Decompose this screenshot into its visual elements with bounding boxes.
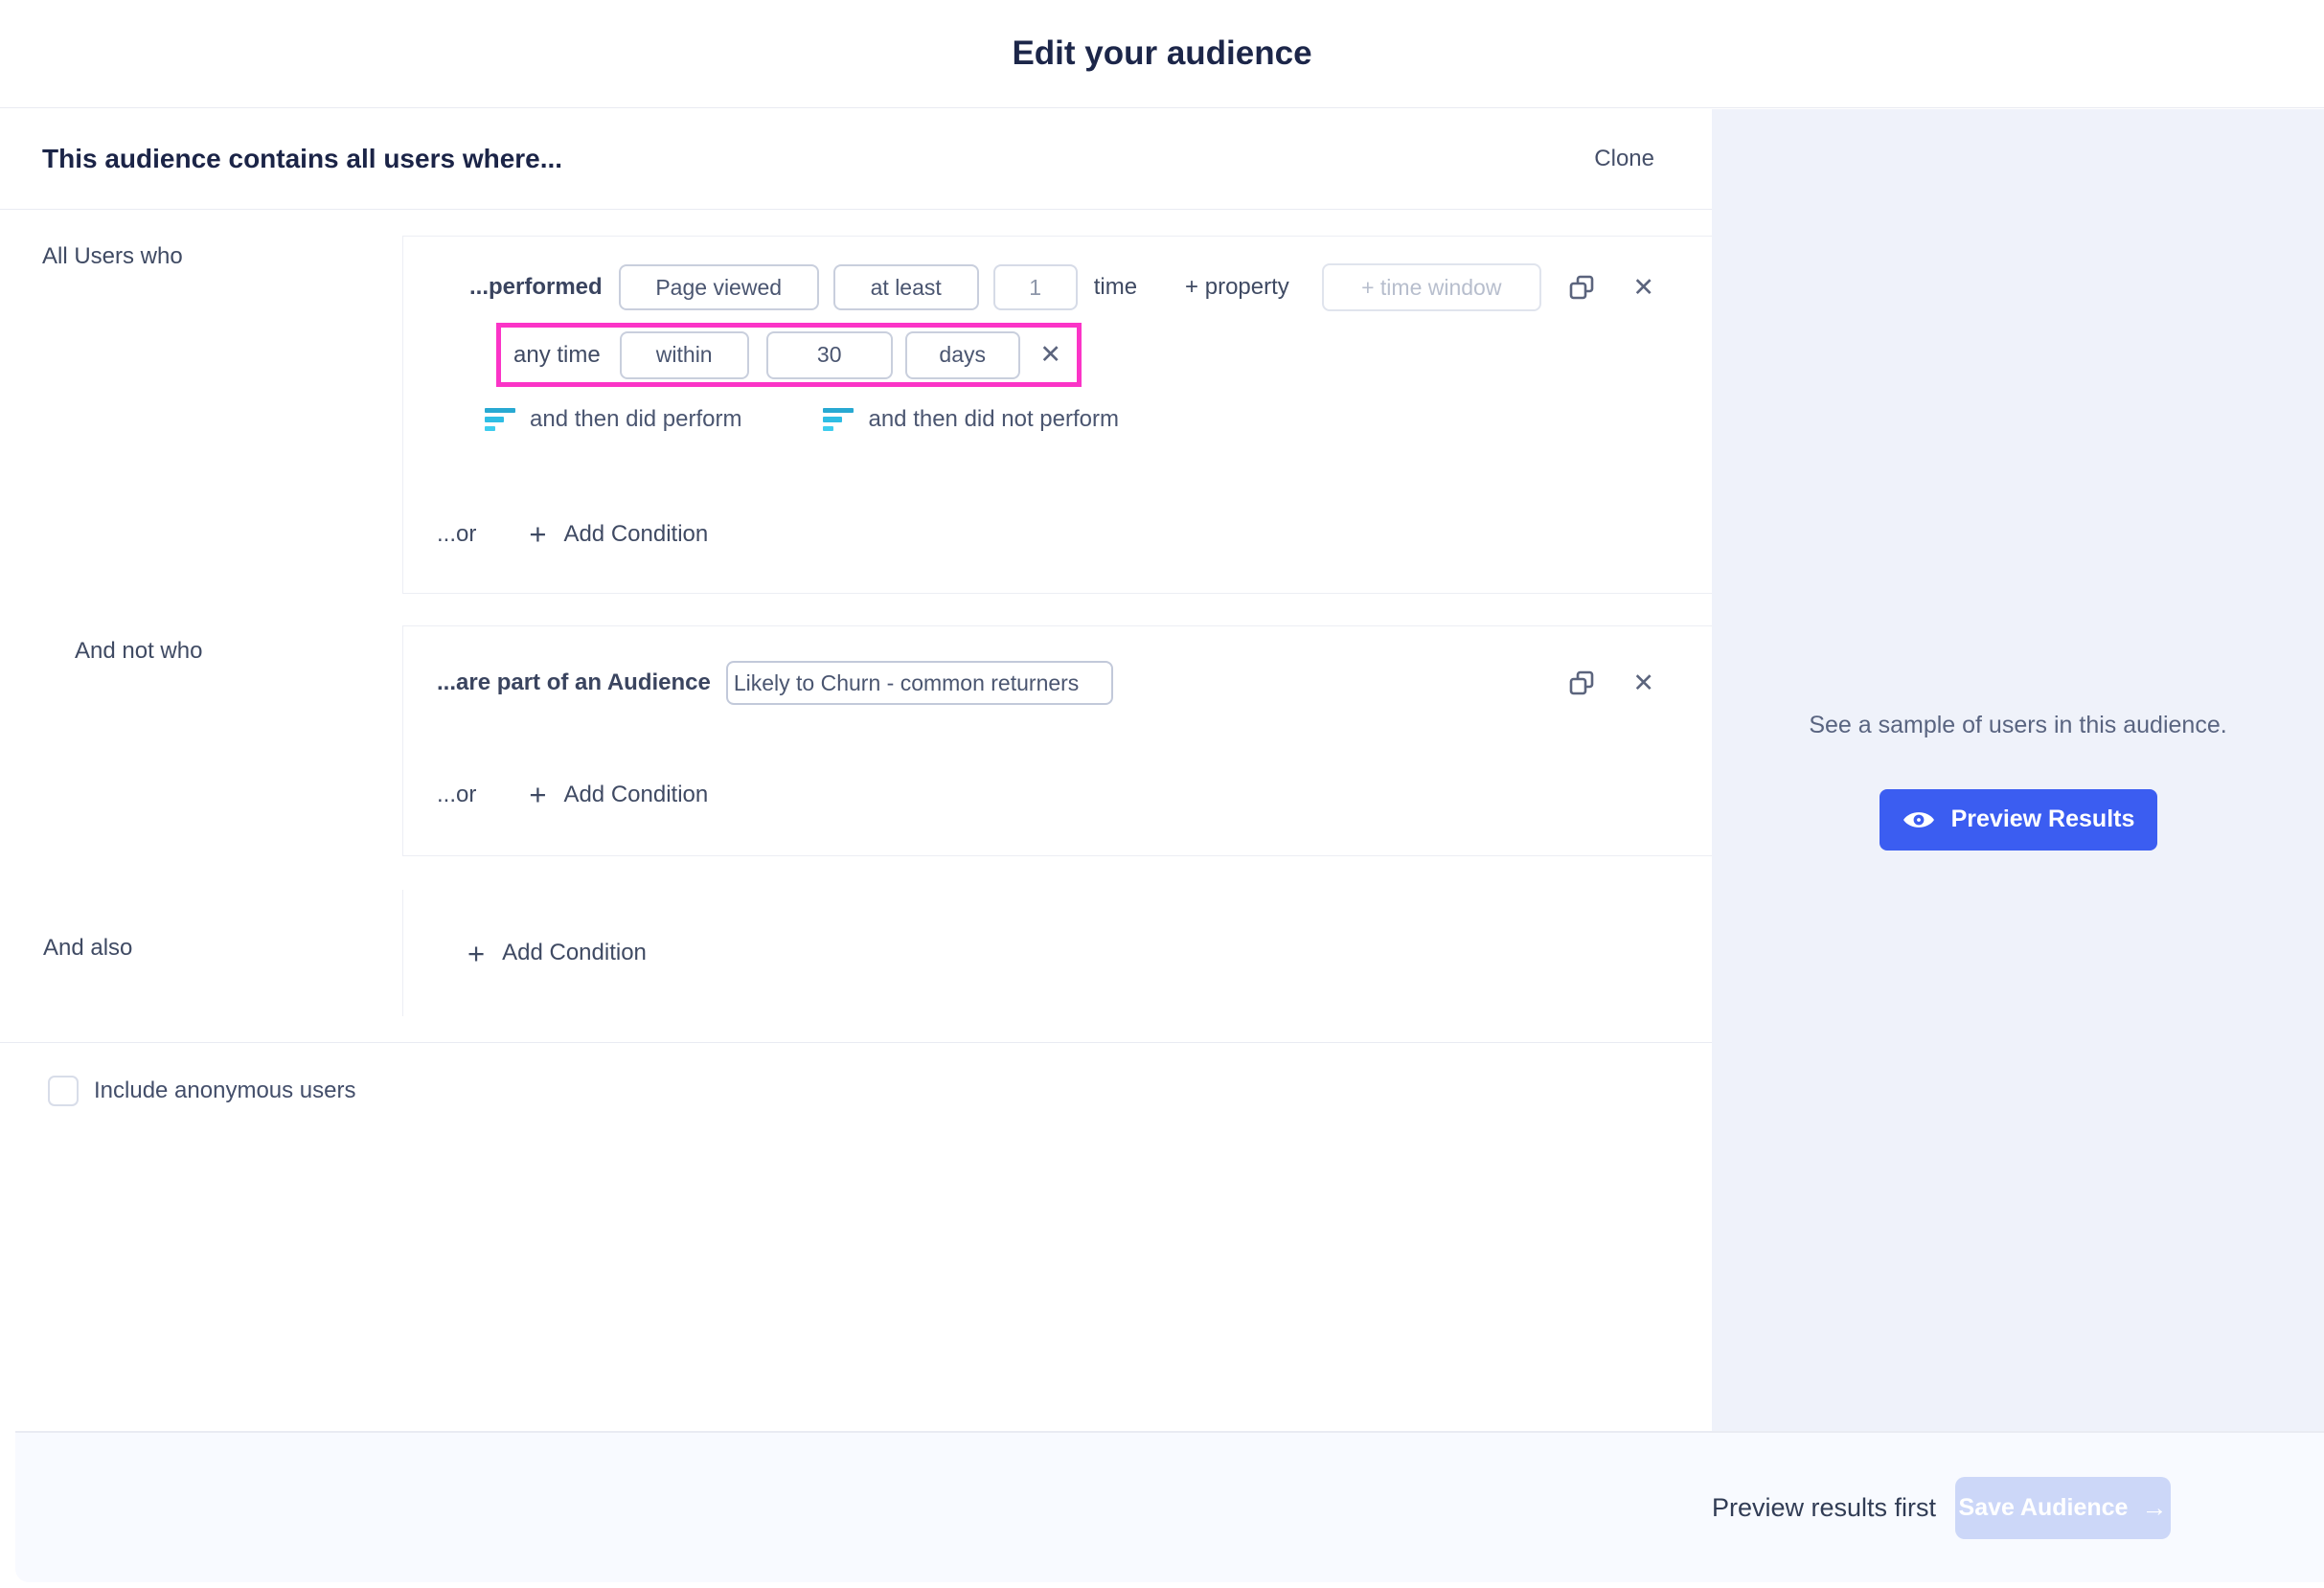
copy-icon[interactable] <box>1568 274 1596 302</box>
preview-results-label: Preview Results <box>1951 805 2135 833</box>
modal-titlebar: Edit your audience <box>0 0 2324 108</box>
event-select[interactable]: Page viewed <box>619 264 819 310</box>
and-also-body: + Add Condition <box>402 890 1712 1016</box>
section-all-users: All Users who ...performed Page viewed a… <box>0 236 1712 594</box>
funnel-icon <box>485 408 515 432</box>
clone-button[interactable]: Clone <box>1594 146 1654 172</box>
then-did-not-perform-button[interactable]: and then did not perform <box>823 406 1119 433</box>
then-did-perform-label: and then did perform <box>530 406 741 433</box>
add-condition-button[interactable]: + Add Condition <box>467 939 647 968</box>
preview-description: See a sample of users in this audience. <box>1808 706 2229 744</box>
arrow-right-icon: → <box>2141 1495 2167 1521</box>
page-title: Edit your audience <box>1012 34 1311 73</box>
divider <box>0 1042 1712 1043</box>
close-icon[interactable]: ✕ <box>1039 342 1061 368</box>
or-add-condition-row: ...or + Add Condition <box>403 780 1712 809</box>
operator-select[interactable]: at least <box>833 264 979 310</box>
section-and-also-label: And also <box>0 890 402 1016</box>
section-all-users-label: All Users who <box>0 236 402 594</box>
add-property-button[interactable]: + property <box>1185 274 1289 301</box>
close-icon[interactable]: ✕ <box>1632 275 1654 301</box>
row-actions: ✕ <box>1568 669 1654 697</box>
or-add-condition-row: ...or + Add Condition <box>403 519 1712 549</box>
time-filter-highlight-row: any time within 30 days ✕ <box>496 323 1082 387</box>
then-did-not-perform-label: and then did not perform <box>868 406 1119 433</box>
edit-audience-modal: Edit your audience This audience contain… <box>0 0 2324 1588</box>
plus-icon: + <box>529 519 546 549</box>
include-anonymous-checkbox[interactable] <box>48 1076 79 1106</box>
footer-bar: Preview results first Save Audience → <box>15 1431 2324 1582</box>
save-audience-label: Save Audience <box>1959 1494 2129 1522</box>
audience-prefix-label: ...are part of an Audience <box>437 669 711 696</box>
sequence-actions-row: and then did perform and then did not pe… <box>485 406 1654 433</box>
add-condition-label: Add Condition <box>502 940 647 966</box>
audience-condition-row: ...are part of an Audience Likely to Chu… <box>437 661 1654 705</box>
audience-select[interactable]: Likely to Churn - common returners <box>726 661 1113 705</box>
close-icon[interactable]: ✕ <box>1632 670 1654 696</box>
condition-card-and-not-who: ...are part of an Audience Likely to Chu… <box>402 625 1712 856</box>
audience-header-title: This audience contains all users where..… <box>42 144 562 174</box>
time-unit-label: time <box>1094 274 1137 301</box>
audience-header: This audience contains all users where..… <box>0 109 1712 210</box>
save-audience-button[interactable]: Save Audience → <box>1955 1477 2171 1539</box>
add-condition-button[interactable]: + Add Condition <box>529 780 708 809</box>
preview-panel: See a sample of users in this audience. … <box>1712 109 2324 1431</box>
count-input[interactable]: 1 <box>993 264 1078 310</box>
unit-select[interactable]: days <box>905 331 1020 379</box>
performed-label: ...performed <box>469 274 603 301</box>
add-condition-button[interactable]: + Add Condition <box>529 519 708 549</box>
section-and-also: And also + Add Condition <box>0 890 1712 1016</box>
plus-icon: + <box>467 939 485 968</box>
preview-results-button[interactable]: Preview Results <box>1880 789 2157 851</box>
include-anonymous-label: Include anonymous users <box>94 1078 356 1104</box>
copy-icon[interactable] <box>1568 669 1596 697</box>
include-anonymous-row: Include anonymous users <box>48 1076 1712 1106</box>
condition-card-all-users: ...performed Page viewed at least 1 time… <box>402 236 1712 594</box>
or-label: ...or <box>437 521 476 548</box>
amount-input[interactable]: 30 <box>766 331 893 379</box>
footer-hint: Preview results first <box>1712 1493 1936 1523</box>
then-did-perform-button[interactable]: and then did perform <box>485 406 741 433</box>
time-window-button[interactable]: + time window <box>1322 263 1541 311</box>
any-time-label: any time <box>513 342 601 369</box>
performed-condition-row: ...performed Page viewed at least 1 time… <box>469 263 1654 311</box>
row-actions: ✕ <box>1568 274 1654 302</box>
or-label: ...or <box>437 782 476 808</box>
plus-icon: + <box>529 780 546 809</box>
comparator-select[interactable]: within <box>620 331 749 379</box>
section-and-not-who-label: And not who <box>0 625 402 856</box>
funnel-icon <box>823 408 854 432</box>
section-and-not-who: And not who ...are part of an Audience L… <box>0 625 1712 856</box>
add-condition-label: Add Condition <box>563 782 708 808</box>
audience-builder: This audience contains all users where..… <box>0 109 1712 1431</box>
add-condition-label: Add Condition <box>563 521 708 548</box>
eye-icon <box>1902 807 1936 832</box>
